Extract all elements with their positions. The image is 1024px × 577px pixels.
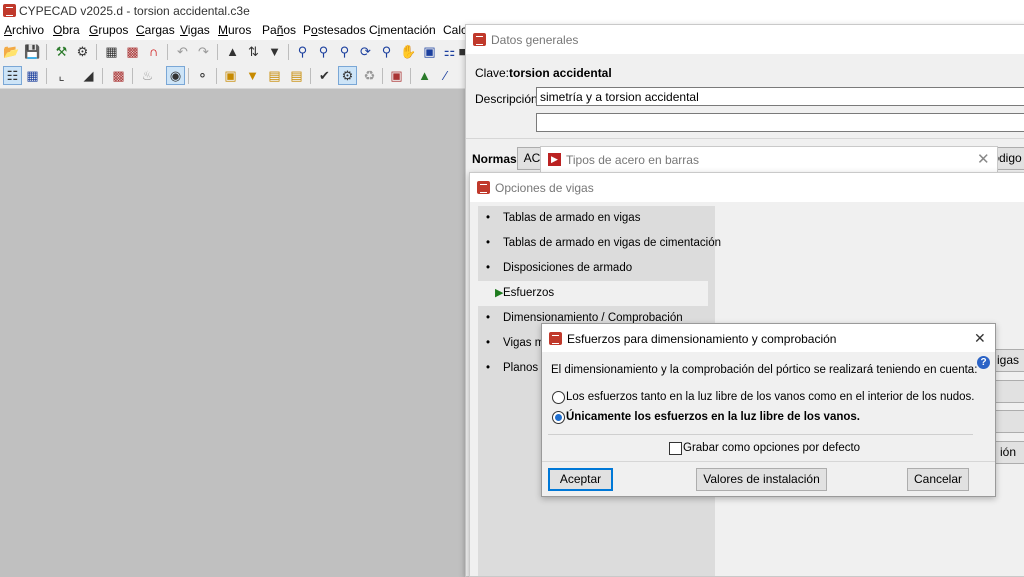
cypecad-logo-icon <box>473 33 486 46</box>
option1-label[interactable]: Los esfuerzos tanto en la luz libre de l… <box>566 391 975 403</box>
floor-plan-icon[interactable]: ☷ <box>3 66 22 85</box>
cypecad-logo-icon <box>477 181 490 194</box>
close-icon[interactable]: ✕ <box>974 330 986 347</box>
beam-icon[interactable]: ▤ <box>266 67 283 84</box>
menu-obra[interactable]: Obra <box>53 23 80 37</box>
cypecad-logo-icon <box>549 332 562 345</box>
descripcion-label: Descripción: <box>475 92 542 106</box>
datos-generales-titlebar: Datos generales <box>466 25 1024 54</box>
open-folder-icon[interactable]: 📂 <box>3 43 20 60</box>
zoom-all-icon[interactable]: ⚲ <box>336 43 353 60</box>
option2-radio[interactable] <box>552 411 565 424</box>
nav-item-esfuerzos[interactable]: ▶ Esfuerzos <box>478 281 708 306</box>
undo-icon[interactable]: ↶ <box>174 43 191 60</box>
pan-hand-icon[interactable]: ✋ <box>400 43 417 60</box>
nav-item-tablas-vigas[interactable]: • Tablas de armado en vigas <box>478 206 708 231</box>
normas-label: Normas: <box>472 152 521 166</box>
redo-icon[interactable]: ↷ <box>195 43 212 60</box>
menu-calculo[interactable]: Calc <box>443 23 467 37</box>
magnet-icon[interactable]: ∩ <box>145 43 162 60</box>
opciones-vigas-titlebar: Opciones de vigas <box>470 173 1024 202</box>
close-icon[interactable]: ✕ <box>977 150 990 168</box>
down-arrow-icon[interactable]: ▼ <box>266 43 283 60</box>
menu-grupos[interactable]: Grupos <box>89 23 128 37</box>
play-icon: ▶ <box>548 153 561 166</box>
save-icon[interactable]: 💾 <box>24 43 41 60</box>
3d-view-icon[interactable]: ▦ <box>24 67 41 84</box>
ramp-icon[interactable]: ◢ <box>80 67 97 84</box>
help-icon[interactable]: ? <box>977 356 990 369</box>
stairs-icon[interactable]: ⌞ <box>53 67 70 84</box>
level-select-icon[interactable]: ⇅ <box>245 43 262 60</box>
window-icon[interactable]: ▣ <box>421 43 438 60</box>
grid-icon[interactable]: ▦ <box>103 43 120 60</box>
load-icon[interactable]: ▼ <box>244 67 261 84</box>
tree-icon[interactable]: ⚒ <box>53 43 70 60</box>
tag-icon[interactable]: ⚬ <box>194 67 211 84</box>
descripcion-input[interactable]: simetría y a torsion accidental <box>536 87 1024 106</box>
settings-icon[interactable]: ⚙ <box>338 66 357 85</box>
wall-icon[interactable]: ▩ <box>110 67 127 84</box>
aceptar-button[interactable]: Aceptar <box>548 468 613 491</box>
fire-icon[interactable]: ♨ <box>139 67 156 84</box>
tipos-acero-titlebar: ▶ Tipos de acero en barras ✕ <box>541 147 997 173</box>
default-options-label[interactable]: Grabar como opciones por defecto <box>683 442 860 454</box>
zoom-window-icon[interactable]: ⚲ <box>315 43 332 60</box>
clave-label: Clave: <box>475 66 510 80</box>
valores-instalacion-button[interactable]: Valores de instalación <box>696 468 827 491</box>
cypecad-logo-icon <box>3 4 16 17</box>
description-text: El dimensionamiento y la comprobación de… <box>551 364 978 376</box>
box-icon[interactable]: ▣ <box>222 67 239 84</box>
option1-radio[interactable] <box>552 391 565 404</box>
rebar-icon[interactable]: ♻ <box>361 67 378 84</box>
up-arrow-icon[interactable]: ▲ <box>224 43 241 60</box>
menu-muros[interactable]: Muros <box>218 23 251 37</box>
esfuerzos-dialog: Esfuerzos para dimensionamiento y compro… <box>541 323 996 497</box>
check-icon[interactable]: ✔ <box>316 67 333 84</box>
datos-generales-title: Datos generales <box>491 33 579 47</box>
refresh-icon[interactable]: ⟳ <box>357 43 374 60</box>
slab-icon[interactable]: ▤ <box>288 67 305 84</box>
brick-icon[interactable]: ▩ <box>124 43 141 60</box>
app-title: CYPECAD v2025.d - torsion accidental.c3e <box>19 4 250 18</box>
default-options-checkbox[interactable] <box>669 442 682 455</box>
esfuerzos-title: Esfuerzos para dimensionamiento y compro… <box>567 332 837 346</box>
zoom-previous-icon[interactable]: ⚲ <box>378 43 395 60</box>
menu-cargas[interactable]: Cargas <box>136 23 175 37</box>
hb-icon[interactable]: ◉ <box>166 66 185 85</box>
descripcion-input-2[interactable] <box>536 113 1024 132</box>
tipos-acero-title: Tipos de acero en barras <box>566 153 699 167</box>
tools-icon[interactable]: ⚙ <box>74 43 91 60</box>
nav-item-tablas-cimentacion[interactable]: • Tablas de armado en vigas de cimentació… <box>478 231 721 256</box>
option2-label[interactable]: Únicamente los esfuerzos en la luz libre… <box>566 411 860 423</box>
panel-icon[interactable]: ▣ <box>388 67 405 84</box>
menu-postesados[interactable]: Postesados <box>303 23 366 37</box>
menu-cimentacion[interactable]: Cimentación <box>369 23 436 37</box>
cancelar-button[interactable]: Cancelar <box>907 468 969 491</box>
menu-archivo[interactable]: Archivo <box>4 23 44 37</box>
tipos-acero-dialog: ▶ Tipos de acero en barras ✕ <box>540 146 998 174</box>
export-icon[interactable]: ▲ <box>416 67 433 84</box>
line-icon[interactable]: ∕ <box>437 67 454 84</box>
opciones-vigas-title: Opciones de vigas <box>495 181 594 195</box>
nav-item-disposiciones[interactable]: • Disposiciones de armado <box>478 256 708 281</box>
zoom-icon[interactable]: ⚲ <box>294 43 311 60</box>
esfuerzos-titlebar: Esfuerzos para dimensionamiento y compro… <box>542 324 995 352</box>
menu-vigas[interactable]: Vigas <box>180 23 210 37</box>
clave-value: torsion accidental <box>509 66 612 80</box>
app-titlebar: CYPECAD v2025.d - torsion accidental.c3e <box>0 0 1024 22</box>
menu-panos[interactable]: Paños <box>262 23 296 37</box>
